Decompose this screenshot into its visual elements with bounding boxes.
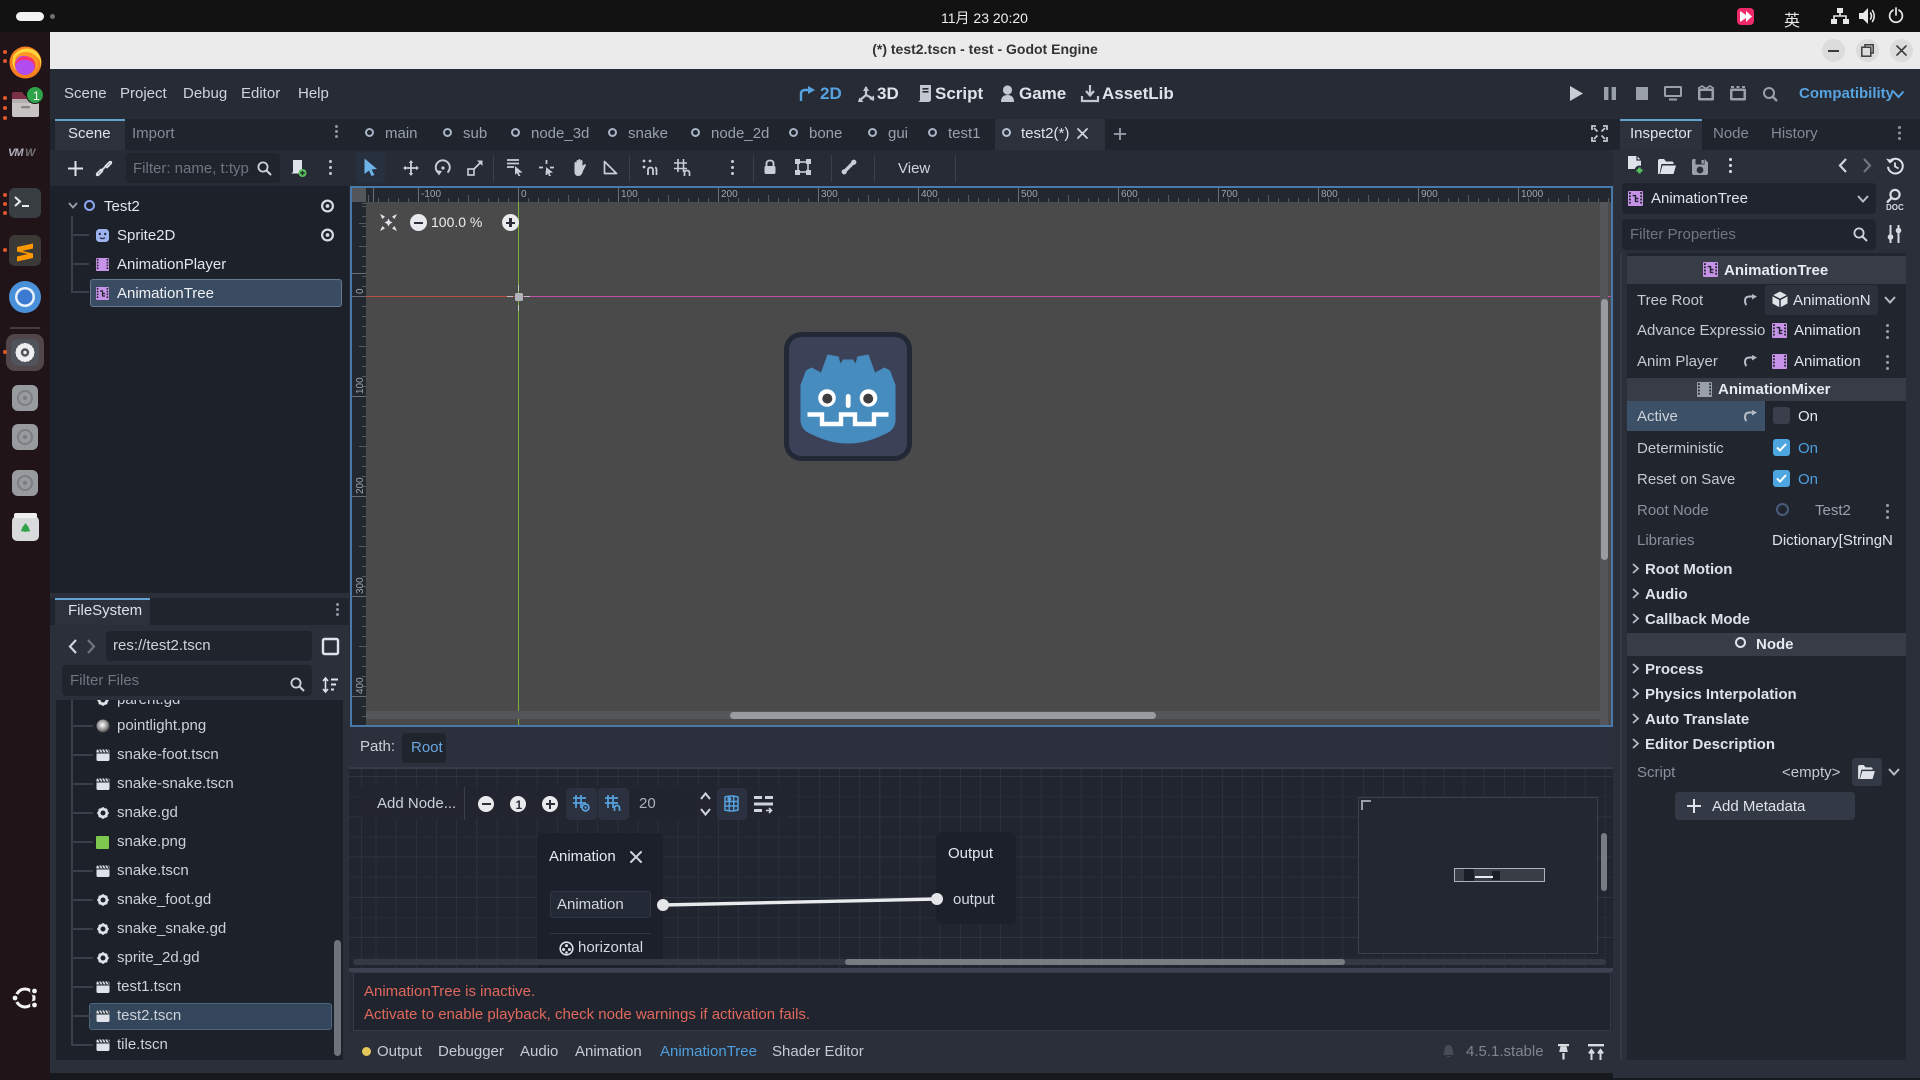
- svg-text:DOC: DOC: [1886, 203, 1904, 212]
